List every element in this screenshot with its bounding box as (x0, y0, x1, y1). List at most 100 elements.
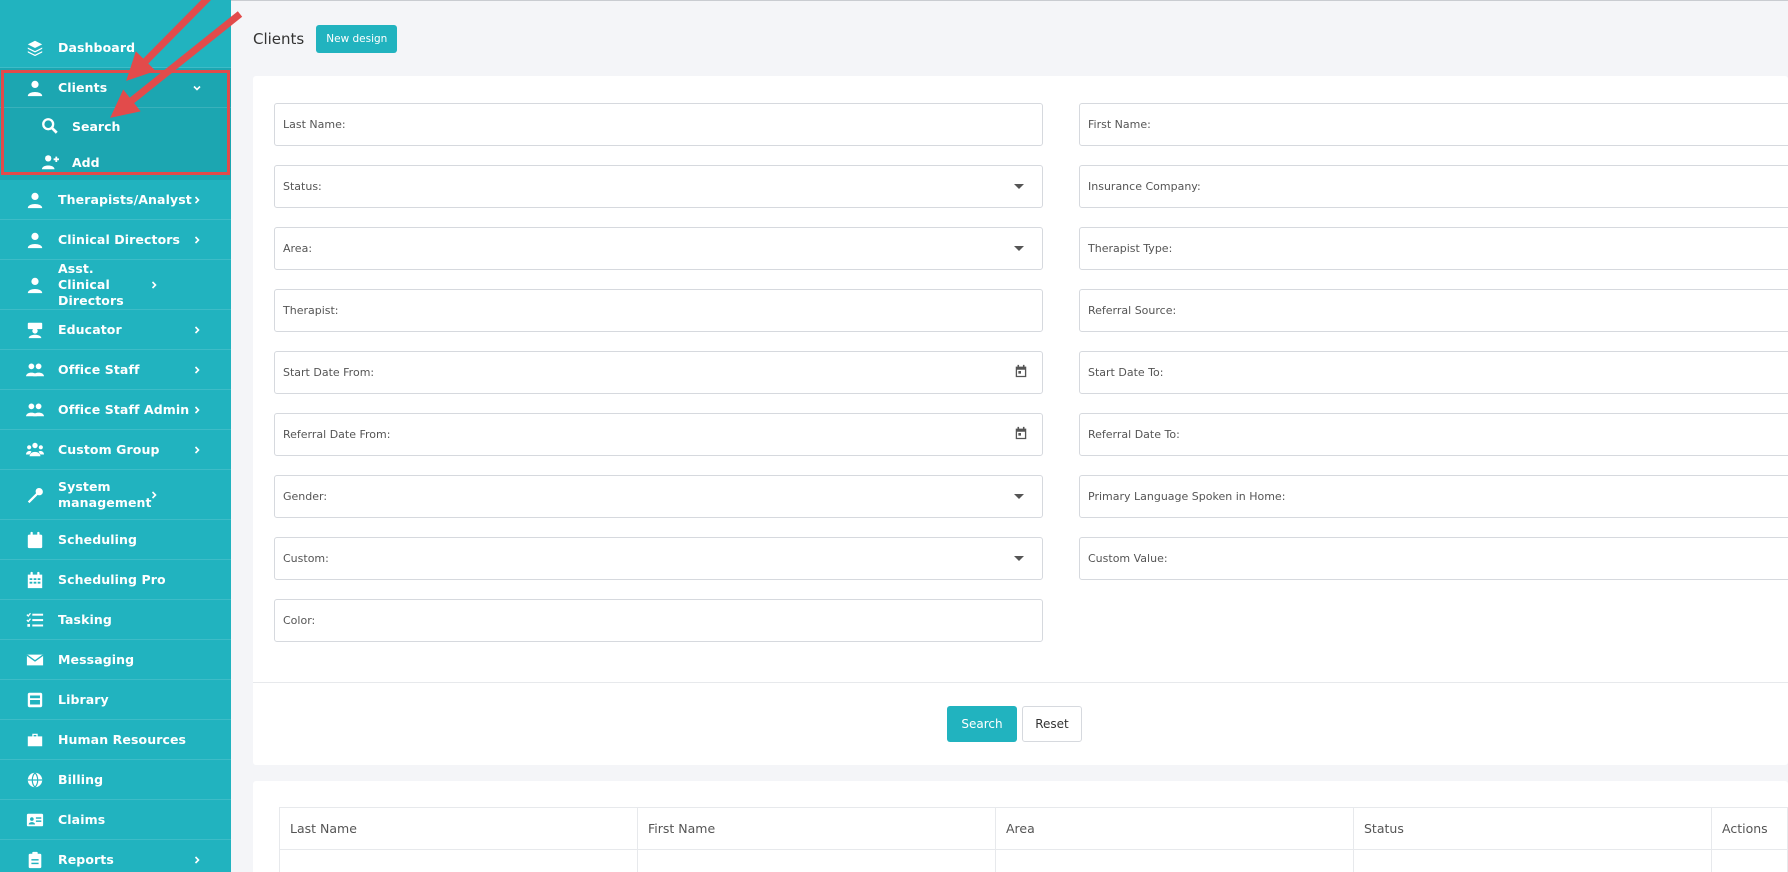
status-select[interactable]: Status: (274, 165, 1043, 208)
sidebar-item-label: Claims (58, 811, 106, 827)
caret-down-icon (1014, 556, 1024, 561)
chevron-right-icon (191, 444, 203, 456)
gender-select[interactable]: Gender: (274, 475, 1043, 518)
envelope-icon (24, 649, 46, 671)
user-plus-icon (38, 153, 62, 171)
sidebar-item-label: Asst. Clinical Directors (58, 260, 124, 308)
color-field[interactable]: Color: (274, 599, 1043, 642)
field-label: Referral Date From: (283, 428, 391, 441)
column-header-area[interactable]: Area (995, 807, 1354, 850)
sidebar-item-label: System management (58, 478, 152, 510)
chevron-right-icon (191, 364, 203, 376)
column-header-last-name[interactable]: Last Name (279, 807, 638, 850)
referral-source-field[interactable]: Referral Source: (1079, 289, 1788, 332)
custom-select[interactable]: Custom: (274, 537, 1043, 580)
area-select[interactable]: Area: (274, 227, 1043, 270)
referral-date-to-field[interactable]: Referral Date To: (1079, 413, 1788, 456)
user-tie-icon (24, 229, 46, 251)
calendar-grid-icon (24, 569, 46, 591)
chevron-down-icon (191, 82, 203, 94)
sidebar-item-scheduling-pro[interactable]: Scheduling Pro (0, 560, 231, 600)
sidebar-item-library[interactable]: Library (0, 680, 231, 720)
field-label: Referral Source: (1088, 304, 1177, 317)
sidebar-item-system-management[interactable]: System management (0, 470, 231, 520)
sidebar-item-scheduling[interactable]: Scheduling (0, 520, 231, 560)
table-header-row: Last Name First Name Area Status Actions (279, 807, 1788, 850)
card-divider (253, 682, 1788, 683)
calendar-icon[interactable] (1014, 425, 1034, 444)
sidebar-item-therapists[interactable]: Therapists/Analyst (0, 180, 231, 220)
chevron-right-icon (148, 489, 160, 501)
sidebar-item-label: Library (58, 691, 109, 707)
field-label: Therapist Type: (1088, 242, 1173, 255)
field-label: Area: (283, 242, 313, 255)
user-tie-icon (24, 189, 46, 211)
page-title: Clients (253, 30, 305, 48)
sidebar-subitem-label: Add (72, 154, 100, 170)
users-icon (24, 359, 46, 381)
therapist-field[interactable]: Therapist: (274, 289, 1043, 332)
tasks-icon (24, 609, 46, 631)
search-icon (38, 117, 62, 135)
table-cell (995, 849, 1354, 872)
therapist-type-field[interactable]: Therapist Type: (1079, 227, 1788, 270)
users-icon (24, 399, 46, 421)
sidebar-item-human-resources[interactable]: Human Resources (0, 720, 231, 760)
field-label: Primary Language Spoken in Home: (1088, 490, 1286, 503)
column-header-first-name[interactable]: First Name (637, 807, 996, 850)
sidebar-item-messaging[interactable]: Messaging (0, 640, 231, 680)
start-date-to-field[interactable]: Start Date To: (1079, 351, 1788, 394)
chevron-right-icon (191, 854, 203, 866)
insurance-company-field[interactable]: Insurance Company: (1079, 165, 1788, 208)
column-header-actions: Actions (1711, 807, 1788, 850)
sidebar-item-custom-group[interactable]: Custom Group (0, 430, 231, 470)
sidebar-item-label: Office Staff Admin (58, 401, 190, 417)
primary-language-field[interactable]: Primary Language Spoken in Home: (1079, 475, 1788, 518)
new-design-button[interactable]: New design (316, 25, 398, 53)
referral-date-from-field[interactable]: Referral Date From: (274, 413, 1043, 456)
sidebar-item-clinical-directors[interactable]: Clinical Directors (0, 220, 231, 260)
table-cell (1353, 849, 1712, 872)
user-icon (24, 77, 46, 99)
sidebar-item-office-staff[interactable]: Office Staff (0, 350, 231, 390)
main-content: Clients New design Last Name: First Name… (231, 0, 1788, 872)
field-label: Therapist: (283, 304, 339, 317)
sidebar-subitem-search[interactable]: Search (0, 108, 231, 144)
sidebar-item-clients[interactable]: Clients (0, 68, 231, 108)
search-button[interactable]: Search (947, 706, 1017, 742)
sidebar-item-educator[interactable]: Educator (0, 310, 231, 350)
sidebar-item-reports[interactable]: Reports (0, 840, 231, 872)
sidebar-item-label: Office Staff (58, 361, 140, 377)
results-table: Last Name First Name Area Status Actions (279, 807, 1788, 872)
last-name-field[interactable]: Last Name: (274, 103, 1043, 146)
reset-button[interactable]: Reset (1022, 706, 1082, 742)
user-tie-icon (24, 274, 46, 296)
table-row[interactable] (279, 849, 1788, 872)
sidebar-subitem-add[interactable]: Add (0, 144, 231, 180)
custom-value-field[interactable]: Custom Value: (1079, 537, 1788, 580)
chevron-right-icon (191, 324, 203, 336)
field-label: Referral Date To: (1088, 428, 1180, 441)
sidebar-item-label: Scheduling (58, 531, 138, 547)
caret-down-icon (1014, 246, 1024, 251)
calendar-icon[interactable] (1014, 363, 1034, 382)
column-header-status[interactable]: Status (1353, 807, 1712, 850)
sidebar-item-office-staff-admin[interactable]: Office Staff Admin (0, 390, 231, 430)
sidebar-item-label: Custom Group (58, 441, 160, 457)
top-divider (231, 0, 1788, 1)
filter-card: Last Name: First Name: Status: Insurance… (253, 76, 1788, 765)
sidebar-item-asst-clinical-directors[interactable]: Asst. Clinical Directors (0, 260, 231, 310)
sidebar-item-tasking[interactable]: Tasking (0, 600, 231, 640)
field-label: Start Date To: (1088, 366, 1164, 379)
start-date-from-field[interactable]: Start Date From: (274, 351, 1043, 394)
chevron-right-icon (191, 404, 203, 416)
field-label: Start Date From: (283, 366, 375, 379)
chevron-right-icon (192, 194, 203, 206)
field-label: First Name: (1088, 118, 1151, 131)
first-name-field[interactable]: First Name: (1079, 103, 1788, 146)
sidebar-item-claims[interactable]: Claims (0, 800, 231, 840)
sidebar-item-billing[interactable]: Billing (0, 760, 231, 800)
sidebar-item-dashboard[interactable]: Dashboard (0, 28, 231, 68)
sidebar-subitem-label: Search (72, 118, 121, 134)
wrench-icon (24, 484, 46, 506)
